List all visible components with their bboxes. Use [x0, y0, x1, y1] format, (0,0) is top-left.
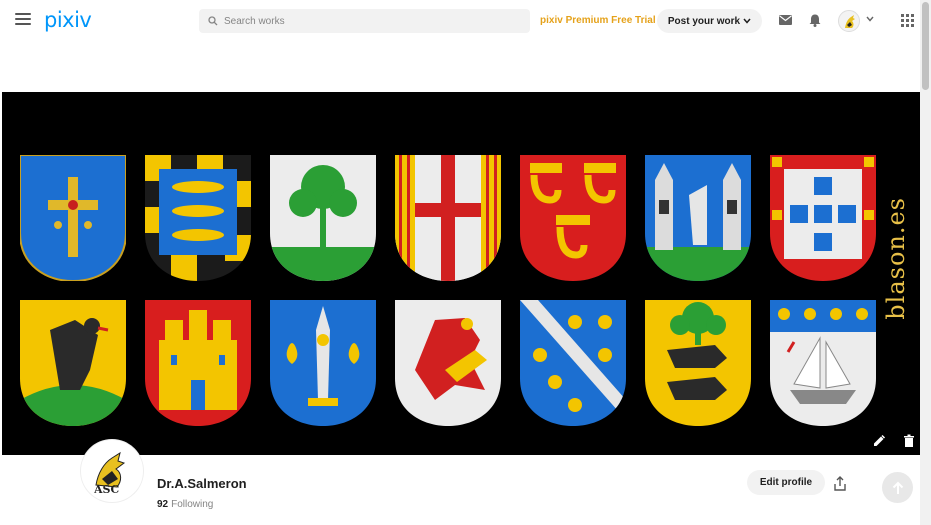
arrow-up-icon — [892, 481, 903, 494]
svg-text:ASC: ASC — [93, 483, 119, 496]
delete-cover-icon[interactable] — [902, 434, 916, 448]
notification-bell-icon[interactable] — [808, 13, 822, 27]
shield-red-lion — [395, 300, 501, 426]
scroll-to-top-button[interactable] — [882, 472, 913, 503]
share-icon[interactable] — [832, 476, 848, 492]
shield-quartered-cross — [395, 155, 501, 281]
shield-tree — [270, 155, 376, 281]
chevron-down-icon — [743, 18, 751, 24]
chevron-down-icon[interactable] — [866, 16, 874, 22]
shield-asturias-cross — [20, 155, 126, 281]
shield-ship-fleurs — [770, 300, 876, 426]
following-count: 92 — [157, 499, 169, 510]
search-bar[interactable] — [199, 9, 530, 33]
cover-watermark: blason.es — [882, 197, 910, 320]
shield-fleur-de-lis-blue — [270, 300, 376, 426]
shield-portugal-quinas — [770, 155, 876, 281]
search-input[interactable] — [224, 15, 514, 27]
post-work-label: Post your work — [667, 15, 741, 27]
shield-gold-castle — [145, 300, 251, 426]
shield-twin-towers — [645, 155, 751, 281]
profile-avatar[interactable]: ASC — [81, 440, 143, 502]
premium-trial-link[interactable]: pixiv Premium Free Trial — [540, 15, 656, 26]
shield-red-gold-cauldrons — [520, 155, 626, 281]
scrollbar-thumb[interactable] — [922, 2, 929, 90]
shield-wolves-tree — [645, 300, 751, 426]
user-avatar[interactable] — [838, 10, 860, 32]
pixiv-logo[interactable]: pixiv — [44, 8, 92, 32]
search-icon — [208, 16, 218, 26]
top-header: pixiv pixiv Premium Free Trial Post your… — [0, 0, 920, 42]
following-label: Following — [171, 499, 214, 510]
cover-image: blason.es — [2, 92, 920, 455]
edit-profile-button[interactable]: Edit profile — [747, 470, 825, 495]
following-link[interactable]: 92 Following — [157, 499, 213, 510]
mail-icon[interactable] — [778, 13, 792, 27]
apps-grid-icon[interactable] — [901, 14, 914, 27]
shield-bend-fleurs — [520, 300, 626, 426]
edit-cover-icon[interactable] — [872, 434, 886, 448]
post-work-button[interactable]: Post your work — [657, 9, 762, 33]
profile-name: Dr.A.Salmeron — [157, 476, 247, 491]
shield-black-wolf — [20, 300, 126, 426]
menu-icon[interactable] — [15, 13, 31, 27]
shield-fish-bordure — [145, 155, 251, 281]
